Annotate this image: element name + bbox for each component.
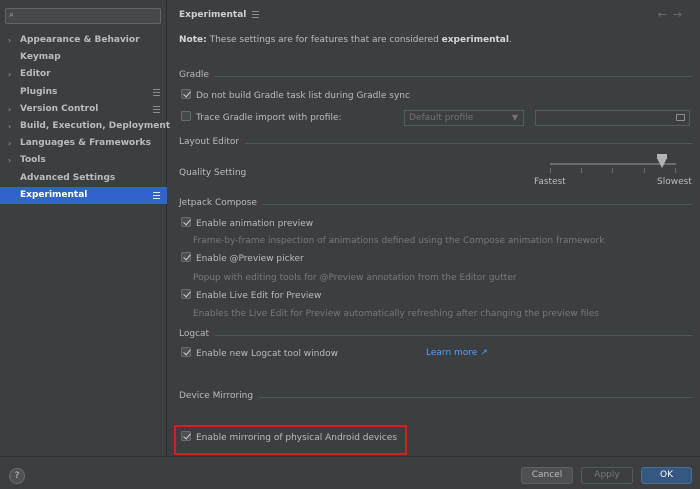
project-level-icon <box>153 88 160 96</box>
checkbox-icon[interactable] <box>181 89 191 99</box>
sidebar-item-appearance-behavior[interactable]: › Appearance & Behavior <box>0 32 167 49</box>
compose-live-edit-checkbox[interactable]: Enable Live Edit for Preview <box>181 289 321 303</box>
checkbox-label: Enable Live Edit for Preview <box>196 291 322 301</box>
compose-preview-picker-checkbox[interactable]: Enable @Preview picker <box>181 252 304 266</box>
slider-tick <box>581 168 582 173</box>
section-gradle: Gradle <box>179 70 692 82</box>
section-title: Jetpack Compose <box>179 198 263 208</box>
forward-arrow-icon[interactable]: → <box>673 8 688 21</box>
checkbox-icon[interactable] <box>181 289 191 299</box>
chevron-right-icon[interactable]: › <box>8 66 11 83</box>
folder-icon[interactable] <box>676 114 685 121</box>
checkbox-hint: Enables the Live Edit for Preview automa… <box>193 309 600 319</box>
apply-button[interactable]: Apply <box>581 467 633 484</box>
nav-arrows: ←→ <box>658 8 688 21</box>
sidebar-item-tools[interactable]: › Tools <box>0 152 167 169</box>
chevron-right-icon[interactable]: › <box>8 101 11 118</box>
search-icon: ⌕ <box>9 10 15 20</box>
checkbox-label: Do not build Gradle task list during Gra… <box>196 91 410 101</box>
gradle-trace-import-checkbox[interactable]: Trace Gradle import with profile: <box>181 111 342 125</box>
gradle-no-task-list-checkbox[interactable]: Do not build Gradle task list during Gra… <box>181 89 410 103</box>
sidebar-item-keymap[interactable]: Keymap <box>0 49 167 66</box>
sidebar-item-label: Editor <box>20 69 51 80</box>
checkbox-icon[interactable] <box>181 217 191 227</box>
checkbox-label: Enable animation preview <box>196 219 314 229</box>
slider-tick <box>550 168 551 173</box>
note-text: These settings are for features that are… <box>206 35 442 45</box>
slider-min-label: Fastest <box>534 177 566 187</box>
slider-tick <box>612 168 613 173</box>
page-title: Experimental <box>179 10 260 20</box>
chevron-down-icon: ▼ <box>511 113 518 122</box>
compose-animation-preview-checkbox[interactable]: Enable animation preview <box>181 217 313 231</box>
note-suffix: . <box>508 35 512 45</box>
section-title: Gradle <box>179 70 215 80</box>
gradle-profile-dropdown[interactable]: Default profile ▼ <box>404 110 524 126</box>
quality-setting-label: Quality Setting <box>179 166 246 180</box>
page-title-text: Experimental <box>179 10 247 20</box>
section-logcat: Logcat <box>179 329 692 341</box>
section-jetpack-compose: Jetpack Compose <box>179 198 692 210</box>
chevron-right-icon[interactable]: › <box>8 32 11 49</box>
settings-content-panel: Experimental ←→ Note: These settings are… <box>168 0 700 456</box>
checkbox-hint: Popup with editing tools for @Preview an… <box>193 273 517 283</box>
gradle-profile-path-field[interactable] <box>535 110 690 126</box>
sidebar-item-plugins[interactable]: Plugins <box>0 84 167 101</box>
settings-sidebar: ⌕ › Appearance & Behavior Keymap › Edito… <box>0 0 171 456</box>
chevron-right-icon[interactable]: › <box>8 152 11 169</box>
highlight-box <box>174 425 407 455</box>
quality-slider-thumb[interactable] <box>657 154 667 168</box>
chevron-right-icon[interactable]: › <box>8 118 11 135</box>
checkbox-label: Enable @Preview picker <box>196 254 304 264</box>
slider-tick <box>644 168 645 173</box>
note-emphasis: experimental <box>441 35 509 45</box>
checkbox-icon[interactable] <box>181 252 191 262</box>
checkbox-label: Enable new Logcat tool window <box>196 349 338 359</box>
sidebar-item-editor[interactable]: › Editor <box>0 66 167 83</box>
slider-max-label: Slowest <box>657 177 692 187</box>
sidebar-item-label: Plugins <box>20 86 58 97</box>
experimental-note: Note: These settings are for features th… <box>179 35 512 45</box>
sidebar-item-label: Experimental <box>20 189 88 200</box>
dialog-footer: ? Cancel Apply OK <box>0 456 700 489</box>
settings-search-input[interactable]: ⌕ <box>5 8 161 24</box>
sidebar-item-languages-frameworks[interactable]: › Languages & Frameworks <box>0 135 167 152</box>
dropdown-value: Default profile <box>409 113 474 123</box>
help-button[interactable]: ? <box>9 468 25 484</box>
project-level-icon <box>153 105 160 113</box>
section-device-mirroring: Device Mirroring <box>179 391 692 403</box>
section-layout-editor: Layout Editor <box>179 137 692 149</box>
section-title: Logcat <box>179 329 216 339</box>
sidebar-item-version-control[interactable]: › Version Control <box>0 101 167 118</box>
slider-tick <box>675 168 676 173</box>
quality-setting-text: Quality Setting <box>179 168 247 178</box>
sidebar-item-label: Tools <box>20 155 46 166</box>
checkbox-hint: Frame-by-frame inspection of animations … <box>193 236 605 246</box>
sidebar-item-build-execution-deployment[interactable]: › Build, Execution, Deployment <box>0 118 171 135</box>
checkbox-label: Trace Gradle import with profile: <box>196 113 342 123</box>
checkbox-icon[interactable] <box>181 347 191 357</box>
project-level-icon <box>153 191 160 199</box>
sidebar-item-label: Version Control <box>20 103 99 114</box>
sidebar-item-label: Build, Execution, Deployment <box>20 120 171 131</box>
logcat-new-window-checkbox[interactable]: Enable new Logcat tool window <box>181 347 338 361</box>
sidebar-item-advanced-settings[interactable]: Advanced Settings <box>0 170 167 187</box>
sidebar-item-label: Appearance & Behavior <box>20 35 140 45</box>
cancel-button[interactable]: Cancel <box>521 467 573 484</box>
sidebar-item-label: Advanced Settings <box>20 172 116 183</box>
section-title: Device Mirroring <box>179 391 260 401</box>
settings-nav-tree: › Appearance & Behavior Keymap › Editor … <box>0 32 171 204</box>
note-prefix: Note: <box>179 35 207 45</box>
sidebar-item-experimental[interactable]: Experimental <box>0 186 167 204</box>
sidebar-item-label: Keymap <box>20 52 61 63</box>
section-title: Layout Editor <box>179 137 246 147</box>
sidebar-item-label: Languages & Frameworks <box>20 138 152 149</box>
ok-button[interactable]: OK <box>641 467 692 484</box>
checkbox-icon[interactable] <box>181 111 191 121</box>
learn-more-link[interactable]: Learn more ↗ <box>426 348 488 358</box>
back-arrow-icon[interactable]: ← <box>658 8 673 21</box>
project-level-icon <box>252 11 260 18</box>
chevron-right-icon[interactable]: › <box>8 135 11 152</box>
